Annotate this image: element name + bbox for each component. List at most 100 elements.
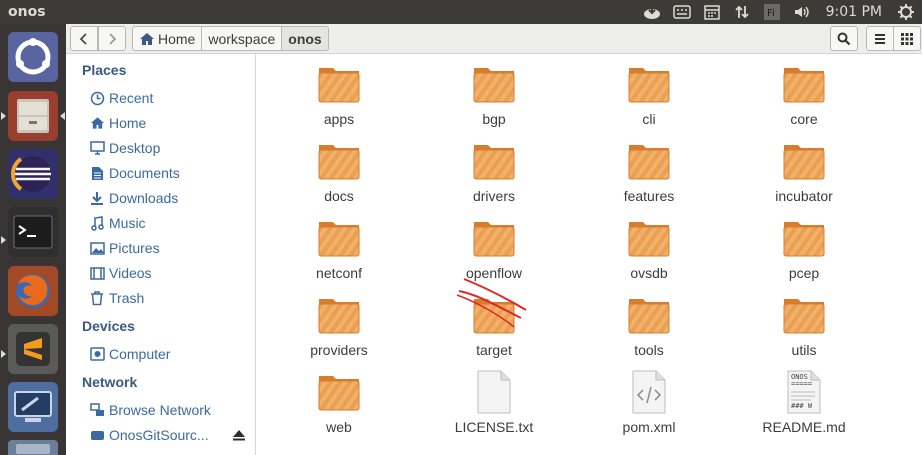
file-item[interactable]: ONOS ===== ### W README.md <box>729 362 879 439</box>
focused-indicator <box>60 112 65 120</box>
back-button[interactable] <box>70 26 98 51</box>
files-app-icon[interactable] <box>8 91 58 141</box>
search-button[interactable] <box>830 26 858 51</box>
folder-item[interactable]: drivers <box>419 131 569 208</box>
breadcrumb: Home workspace onos <box>132 26 329 51</box>
file-name: bgp <box>482 111 506 127</box>
preview-line: ### W <box>791 402 813 410</box>
chevron-left-icon <box>79 32 87 45</box>
folder-item[interactable]: cli <box>574 54 724 131</box>
grid-icon <box>901 32 913 45</box>
search-icon <box>837 32 851 45</box>
folder-icon <box>472 139 516 183</box>
file-name: README.md <box>762 419 846 435</box>
list-view-button[interactable] <box>866 26 894 51</box>
sidebar-item-home[interactable]: Home <box>89 112 146 134</box>
breadcrumb-workspace[interactable]: workspace <box>201 26 283 51</box>
recent-icon <box>89 90 105 106</box>
calendar-icon[interactable] <box>702 2 722 22</box>
sidebar-item-videos[interactable]: Videos <box>89 262 152 284</box>
breadcrumb-label: workspace <box>208 30 276 47</box>
home-icon <box>89 115 105 131</box>
folder-item[interactable]: tools <box>574 285 724 362</box>
file-name: utils <box>791 342 817 358</box>
sidebar-item-recent[interactable]: Recent <box>89 87 153 109</box>
folder-item[interactable]: target <box>419 278 569 362</box>
keyboard-icon[interactable] <box>672 2 692 22</box>
breadcrumb-label: onos <box>288 30 322 47</box>
trash-icon <box>89 290 105 306</box>
sidebar-item-label: Downloads <box>109 190 179 206</box>
folder-item[interactable]: web <box>264 362 414 439</box>
file-name: features <box>623 188 675 204</box>
folder-item[interactable]: docs <box>264 131 414 208</box>
forward-button[interactable] <box>98 26 126 51</box>
sidebar-item-desktop[interactable]: Desktop <box>89 137 160 159</box>
sidebar-item-computer[interactable]: Computer <box>89 343 170 365</box>
places-heading: Places <box>82 62 127 78</box>
folder-item[interactable]: pcep <box>729 208 879 285</box>
network-transfer-icon[interactable] <box>732 2 752 22</box>
sidebar-item-label: OnosGitSourc... <box>109 427 209 443</box>
eclipse-app-icon[interactable] <box>8 149 58 199</box>
folder-item[interactable]: incubator <box>729 131 879 208</box>
file-name: providers <box>310 342 368 358</box>
sidebar-item-label: Browse Network <box>109 402 211 418</box>
sidebar-item-onos-git-source[interactable]: OnosGitSourc... <box>89 424 209 446</box>
folder-item[interactable]: utils <box>729 285 879 362</box>
folder-icon <box>782 62 826 106</box>
display-settings-app-icon[interactable] <box>8 382 58 432</box>
file-item[interactable]: LICENSE.txt <box>419 362 569 439</box>
sidebar-item-pictures[interactable]: Pictures <box>89 237 160 259</box>
sidebar-item-downloads[interactable]: Downloads <box>89 187 178 209</box>
volume-icon[interactable] <box>792 2 812 22</box>
folder-icon <box>627 216 671 260</box>
sidebar-item-music[interactable]: Music <box>89 212 146 234</box>
settings-gear-icon[interactable] <box>896 2 916 22</box>
ubuntu-dash-icon[interactable] <box>8 32 58 82</box>
breadcrumb-label: Home <box>158 30 196 47</box>
downloads-icon <box>89 190 105 206</box>
file-name: ovsdb <box>630 265 668 281</box>
folder-icon <box>317 370 361 414</box>
file-name: pcep <box>788 265 820 281</box>
folder-icon <box>782 216 826 260</box>
documents-icon <box>89 165 105 181</box>
folder-item[interactable]: ovsdb <box>574 208 724 285</box>
file-item[interactable]: pom.xml <box>574 362 724 439</box>
folder-item[interactable]: providers <box>264 285 414 362</box>
running-indicator <box>1 350 6 358</box>
folder-item[interactable]: apps <box>264 54 414 131</box>
terminal-app-icon[interactable] <box>8 207 58 257</box>
svg-text:Fi: Fi <box>767 8 775 19</box>
folder-item[interactable]: netconf <box>264 208 414 285</box>
folder-icon <box>627 293 671 337</box>
folder-item[interactable]: bgp <box>419 54 569 131</box>
download-indicator-icon[interactable] <box>642 2 662 22</box>
eject-icon[interactable] <box>232 428 246 442</box>
network-icon <box>89 402 105 418</box>
file-view: apps bgp cli core docs drivers features incubat… <box>257 54 922 455</box>
firefox-app-icon[interactable] <box>8 266 58 316</box>
breadcrumb-home[interactable]: Home <box>132 26 203 51</box>
grid-view-button[interactable] <box>893 26 921 51</box>
clock[interactable]: 9:01 PM <box>822 4 886 20</box>
folder-item[interactable]: core <box>729 54 879 131</box>
sublime-text-app-icon[interactable] <box>8 324 58 374</box>
breadcrumb-onos[interactable]: onos <box>281 26 329 51</box>
folder-item[interactable]: openflow <box>419 208 569 285</box>
folder-item[interactable]: features <box>574 131 724 208</box>
pictures-icon <box>89 240 105 256</box>
sidebar-item-browse-network[interactable]: Browse Network <box>89 399 211 421</box>
drive-app-icon[interactable] <box>8 440 58 455</box>
sidebar-item-label: Computer <box>109 346 171 362</box>
file-name: tools <box>634 342 664 358</box>
sidebar-item-documents[interactable]: Documents <box>89 162 180 184</box>
sidebar-item-trash[interactable]: Trash <box>89 287 144 309</box>
sidebar-item-label: Pictures <box>109 240 160 256</box>
sidebar-item-label: Documents <box>109 165 180 181</box>
input-method-icon[interactable]: Fi <box>762 2 782 22</box>
videos-icon <box>89 265 105 281</box>
computer-icon <box>89 346 105 362</box>
running-indicator <box>1 236 6 244</box>
